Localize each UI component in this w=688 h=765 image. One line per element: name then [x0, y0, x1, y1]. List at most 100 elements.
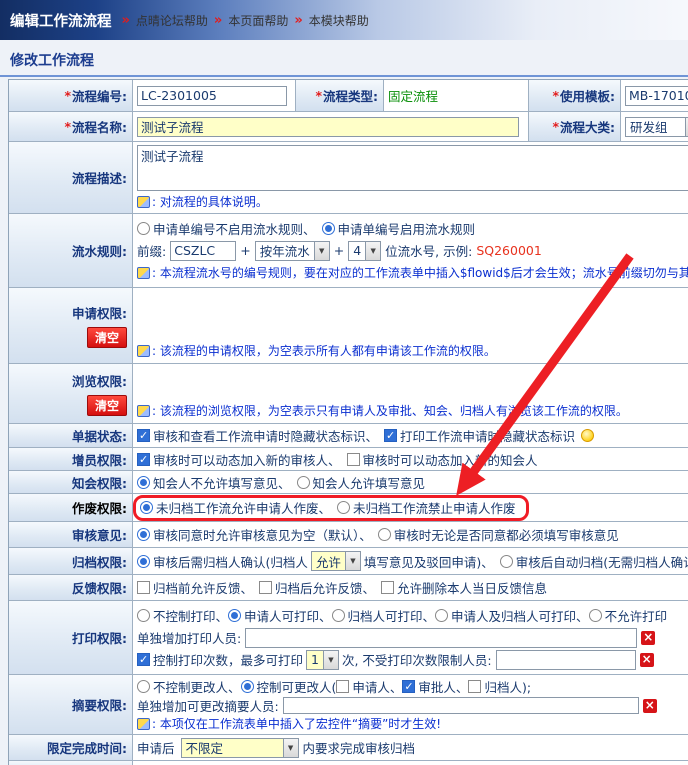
process-desc-textarea[interactable]: 测试子流程: [137, 145, 688, 191]
limit-print-count-checkbox[interactable]: [137, 653, 150, 666]
review-required-radio[interactable]: [378, 528, 391, 541]
hint-book-icon: [137, 405, 150, 417]
cancel-allow-radio[interactable]: [140, 501, 153, 514]
print-count-line: 控制打印次数，最多可打印 1 次, 不受打印次数限制人员:: [137, 649, 654, 671]
review-comment-label-text: 审核意见:: [72, 525, 127, 544]
summary-archiver-checkbox[interactable]: [468, 680, 481, 693]
serial-digits-select[interactable]: 4: [348, 241, 381, 261]
page-help-link[interactable]: 本页面帮助: [228, 12, 288, 29]
hide-status-on-print-checkbox[interactable]: [384, 429, 397, 442]
print-count-select[interactable]: 1: [306, 650, 339, 670]
notify-allow-comment-radio[interactable]: [297, 476, 310, 489]
serial-prefix-input[interactable]: [170, 241, 236, 261]
apply-permission-hint-text: : 该流程的申请权限，为空表示所有人都有申请该工作流的权限。: [152, 342, 496, 359]
serial-mode-select[interactable]: 按年流水: [255, 241, 330, 261]
option-label: 申请人及归档人可打印、: [451, 606, 589, 625]
serial-hint: : 本流程流水号的编号规则，要在对应的工作流表单中插入$flowid$后才会生效…: [137, 262, 688, 284]
category-select-value: 研发组: [626, 117, 672, 136]
process-type-label-text: 流程类型:: [323, 86, 378, 105]
print-count-value: 1: [307, 652, 323, 667]
print-applicant-radio[interactable]: [228, 609, 241, 622]
review-empty-ok-radio[interactable]: [137, 528, 150, 541]
process-code-label: * 流程编号:: [9, 80, 133, 111]
print-both-radio[interactable]: [435, 609, 448, 622]
archive-confirm-radio[interactable]: [137, 555, 150, 568]
deadline-select-value: 不限定: [182, 738, 283, 757]
archiver-permission-select[interactable]: 允许: [311, 551, 361, 571]
option-label: 审核同意时允许审核意见为空（默认）、: [153, 525, 372, 544]
process-code-input[interactable]: [137, 86, 287, 106]
row-add-member: 增员权限: 审核时可以动态加入新的审核人、 审核时可以动态加入新的知会人: [9, 448, 688, 471]
extra-printers-input[interactable]: [245, 628, 637, 648]
module-help-link[interactable]: 本模块帮助: [309, 12, 369, 29]
option-label: 审核后自动归档(无需归档人确认): [516, 552, 688, 571]
summary-hint: : 本项仅在工作流表单中插入了宏控件“摘要”时才生效!: [137, 715, 441, 732]
feedback-after-archive-checkbox[interactable]: [259, 581, 272, 594]
notify-no-comment-radio[interactable]: [137, 476, 150, 489]
clear-extra-printers-icon[interactable]: [641, 631, 655, 645]
serial-enable-radio[interactable]: [322, 222, 335, 235]
print-archiver-radio[interactable]: [332, 609, 345, 622]
row-review-comment: 审核意见: 审核同意时允许审核意见为空（默认）、 审核时无论是否同意都必须填写审…: [9, 522, 688, 548]
row-doc-status: 单据状态: 审核和查看工作流申请时隐藏状态标识、 打印工作流申请时隐藏状态标识: [9, 424, 688, 448]
unlimited-printers-input[interactable]: [496, 650, 636, 670]
category-label-text: 流程大类:: [560, 117, 615, 136]
review-comment-cell: 审核同意时允许审核意见为空（默认）、 审核时无论是否同意都必须填写审核意见: [133, 522, 688, 547]
archive-auto-radio[interactable]: [500, 555, 513, 568]
doc-status-label: 单据状态:: [9, 424, 133, 447]
feedback-before-archive-checkbox[interactable]: [137, 581, 150, 594]
add-notified-checkbox[interactable]: [347, 453, 360, 466]
feedback-delete-checkbox[interactable]: [381, 581, 394, 594]
hide-status-on-review-checkbox[interactable]: [137, 429, 150, 442]
category-select[interactable]: 研发组: [625, 117, 688, 137]
row-feedback-permission: 反馈权限: 归档前允许反馈、 归档后允许反馈、 允许删除本人当日反馈信息: [9, 575, 688, 601]
clear-apply-permission-button[interactable]: 清空: [87, 327, 127, 348]
serial-prefix-line: 前缀: + 按年流水 + 4 位流水号, 示例: SQ260001: [137, 240, 542, 262]
option-label: 审核后需归档人确认(归档人: [153, 552, 308, 571]
notify-permission-label-text: 知会权限:: [72, 473, 127, 492]
row-process-name: * 流程名称: * 流程大类: 研发组: [9, 112, 688, 142]
deadline-select[interactable]: 不限定: [181, 738, 299, 758]
option-label: 知会人不允许填写意见、: [153, 473, 291, 492]
clear-extra-summary-editors-icon[interactable]: [643, 699, 657, 713]
help-links: » 点晴论坛帮助 » 本页面帮助 » 本模块帮助: [122, 12, 369, 29]
option-label: 申请单编号不启用流水规则、: [153, 219, 316, 238]
option-label: 审核和查看工作流申请时隐藏状态标识、: [153, 426, 378, 445]
row-apply-permission: 申请权限: 清空 : 该流程的申请权限，为空表示所有人都有申请该工作流的权限。: [9, 288, 688, 364]
option-label: 归档人);: [484, 677, 531, 696]
apply-permission-label-text: 申请权限:: [72, 303, 127, 322]
option-label: 申请单编号启用流水规则: [338, 219, 476, 238]
summary-approver-checkbox[interactable]: [402, 680, 415, 693]
partial-row-label: [9, 761, 133, 765]
description-hint: : 对流程的具体说明。: [137, 193, 268, 210]
template-label: * 使用模板:: [529, 80, 621, 111]
clear-unlimited-printers-icon[interactable]: [640, 653, 654, 667]
serial-hint-text: : 本流程流水号的编号规则，要在对应的工作流表单中插入$flowid$后才会生效…: [152, 264, 688, 281]
cancel-forbid-radio[interactable]: [337, 501, 350, 514]
add-reviewer-checkbox[interactable]: [137, 453, 150, 466]
forum-help-link[interactable]: 点晴论坛帮助: [136, 12, 208, 29]
process-code-cell: [133, 80, 296, 111]
serial-digits-value: 4: [349, 243, 365, 258]
doc-status-label-text: 单据状态:: [72, 426, 127, 445]
chevron-separator-icon: »: [294, 13, 302, 28]
extra-summary-editors-input[interactable]: [283, 697, 639, 714]
option-label: 审批人、: [418, 677, 468, 696]
summary-applicant-checkbox[interactable]: [336, 680, 349, 693]
process-name-input[interactable]: [137, 117, 519, 137]
print-options-line: 不控制打印、 申请人可打印、 归档人可打印、 申请人及归档人可打印、 不允许打印: [137, 605, 667, 627]
serial-disable-radio[interactable]: [137, 222, 150, 235]
category-cell: 研发组: [621, 112, 688, 141]
summary-control-radio[interactable]: [241, 680, 254, 693]
print-forbid-radio[interactable]: [589, 609, 602, 622]
template-input[interactable]: [625, 86, 688, 106]
serial-suffix-text: 位流水号, 示例:: [385, 241, 472, 260]
archive-permission-label-text: 归档权限:: [72, 552, 127, 571]
summary-nocontrol-radio[interactable]: [137, 680, 150, 693]
serial-mode-value: 按年流水: [256, 241, 314, 260]
row-deadline: 限定完成时间: 申请后 不限定 内要求完成审核归档: [9, 735, 688, 761]
clear-view-permission-button[interactable]: 清空: [87, 395, 127, 416]
archive-permission-label: 归档权限:: [9, 548, 133, 574]
process-type-label: * 流程类型:: [296, 80, 384, 111]
print-nocontrol-radio[interactable]: [137, 609, 150, 622]
